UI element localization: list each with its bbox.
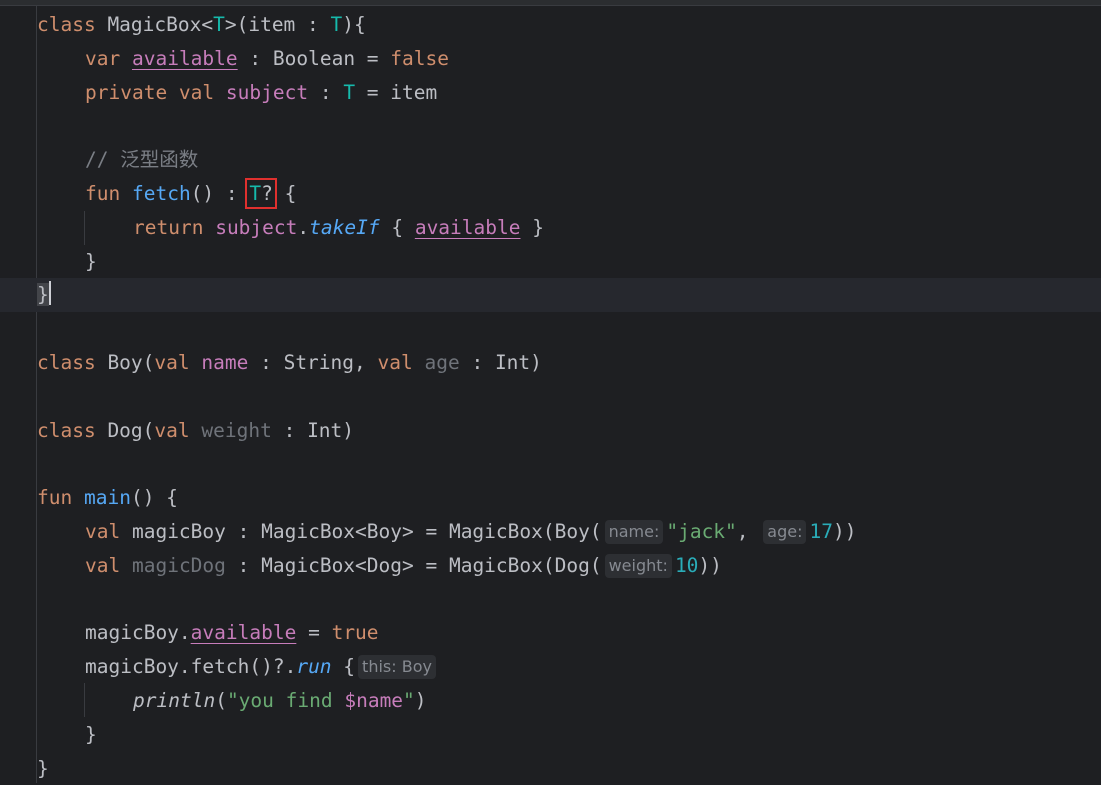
code-line-22: } [85, 722, 97, 746]
code-line-23: } [37, 756, 49, 780]
code-line-1: class MagicBox<T>(item : T){ [37, 13, 366, 36]
code-line-21: println("you find $name") [133, 688, 427, 712]
code-line-7: return subject.takeIf { available } [133, 215, 544, 239]
code-line-15: fun main() { [37, 486, 178, 510]
return-type-highlight: T? [245, 177, 277, 209]
code-line-19: magicBoy.available = true [85, 621, 379, 645]
editor-top-border [0, 0, 1101, 6]
code-line-5: // 泛型函数 [0, 143, 1101, 177]
comment: // 泛型函数 [85, 148, 199, 172]
receiver-hint: this: Boy [358, 655, 436, 680]
code-line-2: var available : Boolean = false [85, 46, 449, 70]
code-line-17: val magicDog : MagicBox<Dog> = MagicBox(… [85, 553, 722, 578]
code-line-11: class Boy(val name : String, val age : I… [37, 350, 542, 374]
code-line-16: val magicBoy : MagicBox<Boy> = MagicBox(… [85, 519, 857, 544]
param-hint-weight: weight: [604, 553, 672, 578]
code-line-8: } [85, 249, 97, 273]
code-line-9-current: } [0, 278, 1101, 313]
code-editor[interactable]: class MagicBox<T>(item : T){ var availab… [0, 8, 1101, 785]
code-line-20: magicBoy.fetch()?.run {this: Boy [0, 650, 1101, 684]
code-line-6: fun fetch() : T? { [85, 177, 297, 209]
param-hint-age: age: [763, 519, 807, 544]
text-caret [48, 281, 51, 306]
param-hint-name: name: [604, 519, 664, 544]
code-line-3: private val subject : T = item [85, 80, 438, 104]
code-line-13: class Dog(val weight : Int) [37, 418, 355, 442]
